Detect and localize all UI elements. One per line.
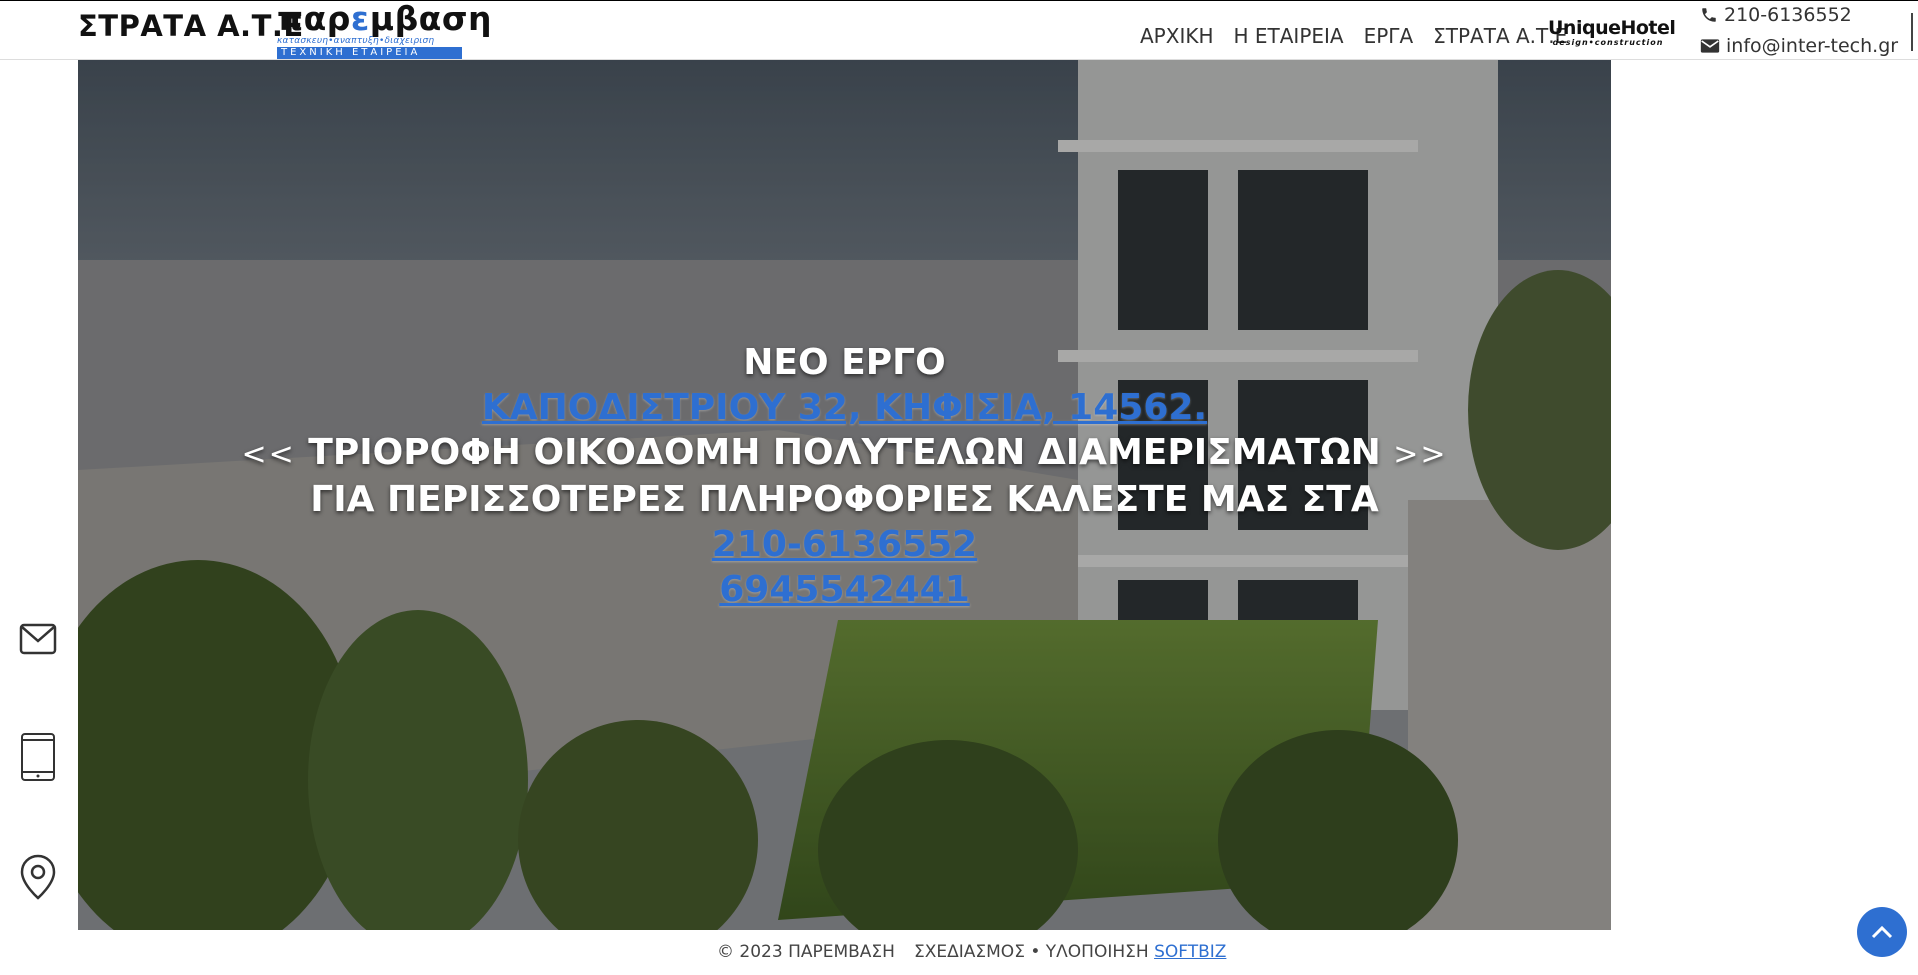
nav-projects[interactable]: ΕΡΓΑ bbox=[1364, 24, 1414, 48]
hotel-logo-name: UniqueHotel bbox=[1548, 17, 1676, 39]
site-footer: © 2023 ΠΑΡΕΜΒΑΣΗ ΣΧΕΔΙΑΣΜΟΣ • ΥΛΟΠΟΙΗΣΗ … bbox=[0, 940, 1918, 970]
logo-wordmark: παρεμβαση bbox=[277, 0, 493, 38]
hero-text-block: ΝΕΟ ΕΡΓΟ ΚΑΠΟΔΙΣΤΡΙΟΥ 32, ΚΗΦΙΣΙΑ, 14562… bbox=[78, 340, 1611, 612]
brand-text[interactable]: ΣΤΡΑΤΑ Α.Τ.Ε bbox=[78, 9, 304, 43]
hero-phone-link-2[interactable]: 6945542441 bbox=[719, 569, 970, 610]
logo-tagline: κατασκευη•αναπτυξη•διαχειριση bbox=[277, 36, 435, 46]
header-phone[interactable]: 210-6136552 bbox=[1700, 4, 1852, 26]
main-nav: ΑΡΧΙΚΗ Η ΕΤΑΙΡΕΙΑ ΕΡΓΑ ΣΤΡΑΤΑ Α.Τ.Ε bbox=[1140, 24, 1587, 48]
back-to-top-button[interactable] bbox=[1857, 907, 1907, 957]
logo-bar: ΤΕΧΝΙΚΗ ΕΤΑΙΡΕΙΑ bbox=[277, 47, 462, 59]
hero-address-link[interactable]: ΚΑΠΟΔΙΣΤΡΙΟΥ 32, ΚΗΦΙΣΙΑ, 14562. bbox=[482, 387, 1207, 428]
footer-credit-text: ΣΧΕΔΙΑΣΜΟΣ • ΥΛΟΠΟΙΗΣΗ bbox=[914, 942, 1149, 962]
footer-copyright: © 2023 ΠΑΡΕΜΒΑΣΗ bbox=[717, 942, 895, 962]
site-header: ΣΤΡΑΤΑ Α.Τ.Ε παρεμβαση κατασκευη•αναπτυξ… bbox=[0, 0, 1918, 60]
hotel-logo-tag: design•construction bbox=[1552, 38, 1664, 47]
mail-icon[interactable] bbox=[18, 615, 58, 663]
phone-icon bbox=[1702, 8, 1716, 22]
header-email-text: info@inter-tech.gr bbox=[1726, 35, 1899, 57]
footer-softbiz-link[interactable]: SOFTBIZ bbox=[1154, 942, 1226, 962]
location-icon[interactable] bbox=[18, 853, 58, 901]
chevron-up-icon bbox=[1871, 925, 1893, 939]
phone-icon[interactable] bbox=[18, 733, 58, 781]
hero-phone-link-1[interactable]: 210-6136552 bbox=[712, 524, 977, 565]
hero-new-project: ΝΕΟ ΕΡΓΟ bbox=[743, 342, 946, 383]
header-phone-text: 210-6136552 bbox=[1724, 4, 1852, 26]
nav-company[interactable]: Η ΕΤΑΙΡΕΙΑ bbox=[1234, 24, 1344, 48]
footer-credit: ΣΧΕΔΙΑΣΜΟΣ • ΥΛΟΠΟΙΗΣΗ SOFTBIZ bbox=[914, 942, 1226, 962]
header-divider bbox=[1911, 13, 1913, 51]
envelope-icon bbox=[1700, 39, 1720, 53]
nav-home[interactable]: ΑΡΧΙΚΗ bbox=[1140, 24, 1214, 48]
header-email[interactable]: info@inter-tech.gr bbox=[1700, 35, 1898, 57]
hero-call-text: ΓΙΑ ΠΕΡΙΣΣΟΤΕΡΕΣ ΠΛΗΡΟΦΟΡΙΕΣ ΚΑΛΕΣΤΕ ΜΑΣ… bbox=[310, 479, 1379, 520]
hero-banner: ΝΕΟ ΕΡΓΟ ΚΑΠΟΔΙΣΤΡΙΟΥ 32, ΚΗΦΙΣΙΑ, 14562… bbox=[78, 60, 1611, 930]
unique-hotel-logo[interactable]: UniqueHotel design•construction bbox=[1548, 17, 1676, 48]
company-logo[interactable]: παρεμβαση κατασκευη•αναπτυξη•διαχειριση … bbox=[277, 0, 493, 59]
hero-description: << ΤΡΙΟΡΟΦΗ ΟΙΚΟΔΟΜΗ ΠΟΛΥΤΕΛΩΝ ΔΙΑΜΕΡΙΣΜ… bbox=[241, 432, 1448, 473]
